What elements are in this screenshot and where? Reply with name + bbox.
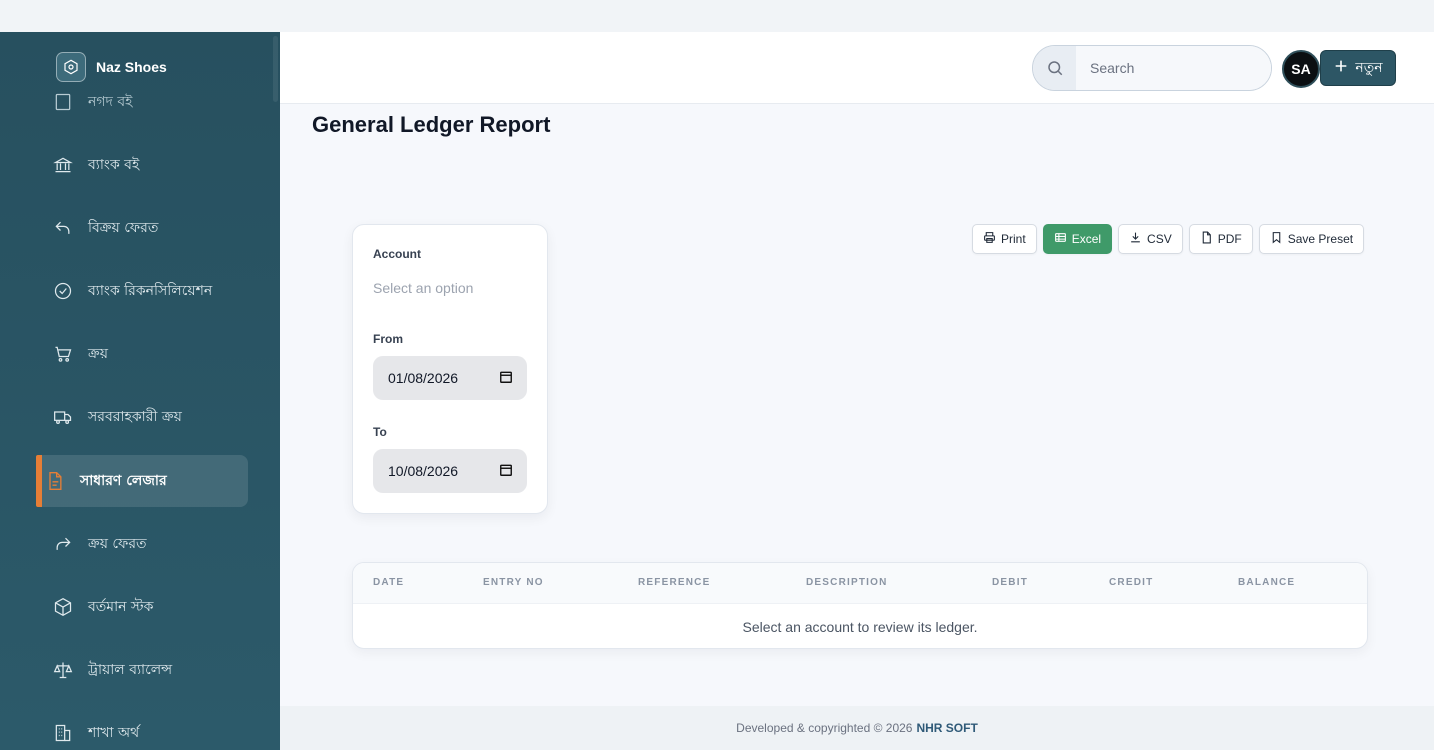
account-select[interactable]: Select an option <box>373 280 473 296</box>
sidebar-item-label: সরবরাহকারী ক্রয় <box>88 409 182 425</box>
document-icon <box>44 470 66 492</box>
pdf-button[interactable]: PDF <box>1188 224 1253 254</box>
sidebar-item-branch-finance[interactable]: শাখা অর্থ <box>36 707 248 750</box>
filter-card: Account Select an option From 01/08/2026… <box>352 224 548 514</box>
sidebar-item-label: নগদ বই <box>88 94 133 110</box>
truck-icon <box>52 406 74 428</box>
column-header-credit[interactable]: CREDIT <box>1109 577 1153 588</box>
to-date-input[interactable]: 10/08/2026 <box>373 449 527 493</box>
print-button[interactable]: Print <box>972 224 1037 254</box>
main-content: General Ledger Report Account Select an … <box>280 104 1434 706</box>
column-header-reference[interactable]: REFERENCE <box>638 577 710 588</box>
from-date-value: 01/08/2026 <box>388 370 459 386</box>
page-title: General Ledger Report <box>312 112 551 137</box>
scale-icon <box>52 659 74 681</box>
save-preset-label: Save Preset <box>1287 232 1354 246</box>
sidebar-item-label: বিক্রয় ফেরত <box>88 220 159 236</box>
export-toolbar: Print Excel CSV PDF Save Preset <box>972 224 1365 254</box>
print-label: Print <box>1001 232 1026 246</box>
column-header-balance[interactable]: BALANCE <box>1238 577 1295 588</box>
calendar-icon[interactable] <box>499 463 513 480</box>
column-header-debit[interactable]: DEBIT <box>992 577 1028 588</box>
column-header-description[interactable]: DESCRIPTION <box>806 577 888 588</box>
to-date-value: 10/08/2026 <box>388 463 459 479</box>
excel-label: Excel <box>1071 232 1102 246</box>
sidebar-item-label: ব্যাংক রিকনসিলিয়েশন <box>88 283 213 299</box>
footer-company-link[interactable]: NHR SOFT <box>916 721 977 735</box>
search-icon <box>1033 46 1076 90</box>
sidebar-item-label: বর্তমান স্টক <box>88 599 154 615</box>
column-header-date[interactable]: DATE <box>373 577 404 588</box>
sidebar-item-label: ক্রয় ফেরত <box>88 536 147 552</box>
ledger-table: DATE ENTRY NO REFERENCE DESCRIPTION DEBI… <box>352 562 1368 649</box>
sidebar-item-label: ক্রয় <box>88 346 108 362</box>
sidebar-item-label: ব্যাংক বই <box>88 157 140 173</box>
brand-name: Naz Shoes <box>96 59 167 75</box>
column-header-entry-no[interactable]: ENTRY NO <box>483 577 544 588</box>
sidebar-item-current-stock[interactable]: বর্তমান স্টক <box>36 581 248 633</box>
top-strip <box>0 0 1434 32</box>
empty-state-message: Select an account to review its ledger. <box>742 619 978 635</box>
forward-arrow-icon <box>52 533 74 555</box>
sidebar-item-purchase[interactable]: ক্রয় <box>36 328 248 380</box>
sidebar-item-label: সাধারণ লেজার <box>80 473 167 489</box>
sidebar-item-purchase-return[interactable]: ক্রয় ফেরত <box>36 518 248 570</box>
avatar[interactable]: SA <box>1282 50 1320 88</box>
bank-icon <box>52 154 74 176</box>
sidebar-item-bank-book[interactable]: ব্যাংক বই <box>36 139 248 191</box>
download-icon <box>1129 231 1142 247</box>
printer-icon <box>983 231 996 247</box>
from-label: From <box>373 332 403 346</box>
from-date-input[interactable]: 01/08/2026 <box>373 356 527 400</box>
sidebar-item-sales-return[interactable]: বিক্রয় ফেরত <box>36 202 248 254</box>
calendar-icon[interactable] <box>499 370 513 387</box>
spreadsheet-icon <box>1054 231 1067 247</box>
new-button-label: নতুন <box>1355 60 1383 76</box>
sidebar-item-supplier-purchase[interactable]: সরবরাহকারী ক্রয় <box>36 391 248 443</box>
plus-icon <box>1333 58 1349 78</box>
footer: Developed & copyrighted © 2026 NHR SOFT <box>280 706 1434 750</box>
sidebar-item-label: ট্রায়াল ব্যালেন্স <box>88 662 173 678</box>
sidebar-scrollbar[interactable] <box>272 32 280 750</box>
check-circle-icon <box>52 280 74 302</box>
file-icon <box>1200 231 1213 247</box>
pdf-label: PDF <box>1217 232 1242 246</box>
box-icon <box>52 596 74 618</box>
search-input[interactable] <box>1076 46 1271 90</box>
sidebar-item-cash-book[interactable]: নগদ বই <box>36 76 248 128</box>
search-box[interactable] <box>1032 45 1272 91</box>
csv-label: CSV <box>1147 232 1172 246</box>
cart-icon <box>52 343 74 365</box>
top-header: SA নতুন <box>280 32 1434 104</box>
sidebar-item-general-ledger[interactable]: সাধারণ লেজার <box>36 455 248 507</box>
save-preset-button[interactable]: Save Preset <box>1258 224 1365 254</box>
account-label: Account <box>373 247 421 261</box>
sidebar: Naz Shoes নগদ বই ব্যাংক বই বিক্রয় ফেরত … <box>0 32 280 750</box>
footer-text: Developed & copyrighted © 2026 <box>736 721 913 735</box>
sidebar-item-bank-reconciliation[interactable]: ব্যাংক রিকনসিলিয়েশন <box>36 265 248 317</box>
sidebar-item-label: শাখা অর্থ <box>88 725 140 741</box>
table-header: DATE ENTRY NO REFERENCE DESCRIPTION DEBI… <box>353 563 1367 604</box>
building-icon <box>52 722 74 744</box>
bookmark-icon <box>1270 231 1283 247</box>
to-label: To <box>373 425 387 439</box>
csv-button[interactable]: CSV <box>1118 224 1183 254</box>
sidebar-item-trial-balance[interactable]: ট্রায়াল ব্যালেন্স <box>36 644 248 696</box>
return-arrow-icon <box>52 217 74 239</box>
new-button[interactable]: নতুন <box>1320 50 1396 86</box>
excel-button[interactable]: Excel <box>1042 224 1113 254</box>
book-icon <box>52 91 74 113</box>
